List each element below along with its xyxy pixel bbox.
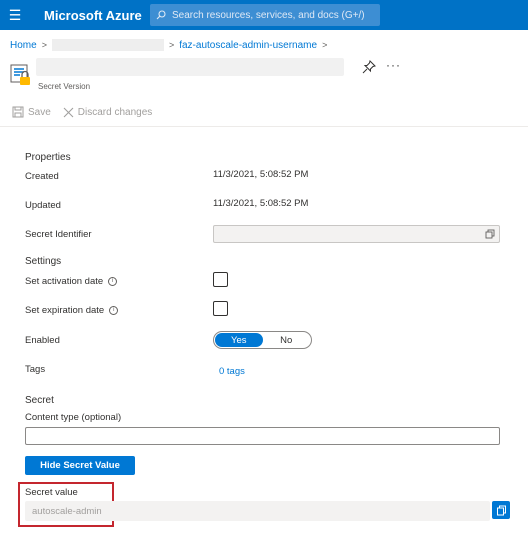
top-bar: ☰ Microsoft Azure Search resources, serv…	[0, 0, 528, 30]
properties-heading: Properties	[25, 152, 71, 163]
more-options-icon[interactable]: ···	[386, 58, 401, 72]
breadcrumb-redacted-vault[interactable]	[51, 39, 164, 51]
chevron-right-icon: >	[322, 40, 328, 50]
created-label: Created	[25, 171, 59, 182]
secret-identifier-field[interactable]	[213, 225, 500, 243]
secret-heading: Secret	[25, 395, 54, 406]
copy-icon[interactable]	[485, 229, 495, 239]
secret-version-icon	[10, 64, 32, 86]
brand-title[interactable]: Microsoft Azure	[44, 8, 144, 23]
info-icon[interactable]: i	[108, 276, 118, 286]
hamburger-menu-icon[interactable]: ☰	[0, 0, 30, 30]
global-search-box[interactable]: Search resources, services, and docs (G+…	[150, 4, 380, 26]
secret-identifier-label: Secret Identifier	[25, 229, 92, 240]
secret-value-label: Secret value	[25, 487, 78, 498]
activation-date-label: Set activation date i	[25, 276, 118, 287]
chevron-right-icon: >	[168, 40, 175, 50]
tags-label: Tags	[25, 364, 46, 375]
breadcrumb-secret[interactable]: faz-autoscale-admin-username	[179, 40, 317, 51]
chevron-right-icon: >	[41, 40, 47, 50]
secret-value-field[interactable]: autoscale-admin	[25, 501, 490, 521]
command-bar: Save Discard changes	[12, 106, 164, 118]
enabled-label: Enabled	[25, 335, 60, 346]
enabled-toggle[interactable]: Yes No	[213, 331, 312, 349]
updated-label: Updated	[25, 200, 61, 211]
save-button[interactable]: Save	[12, 106, 51, 118]
breadcrumb: Home > > faz-autoscale-admin-username >	[10, 38, 332, 52]
page-subtitle: Secret Version	[38, 82, 91, 91]
toolbar-divider	[0, 126, 528, 127]
breadcrumb-home[interactable]: Home	[10, 40, 37, 51]
save-icon	[12, 106, 24, 118]
copy-icon	[496, 505, 506, 515]
search-icon	[156, 10, 166, 20]
updated-value: 11/3/2021, 5:08:52 PM	[213, 198, 309, 209]
info-icon[interactable]: i	[109, 305, 119, 315]
close-icon	[63, 107, 74, 117]
save-label: Save	[28, 106, 51, 118]
expiration-date-label: Set expiration date i	[25, 305, 119, 316]
page-title-redacted	[36, 58, 344, 76]
enabled-yes-option[interactable]: Yes	[215, 333, 263, 347]
activation-date-checkbox[interactable]	[213, 272, 228, 287]
hide-secret-value-button[interactable]: Hide Secret Value	[25, 456, 135, 475]
search-placeholder: Search resources, services, and docs (G+…	[172, 9, 365, 21]
expiration-date-text: Set expiration date	[25, 305, 105, 316]
tags-link[interactable]: 0 tags	[219, 366, 245, 377]
content-type-label: Content type (optional)	[25, 412, 122, 423]
discard-changes-button[interactable]: Discard changes	[63, 107, 152, 118]
content-type-input[interactable]	[25, 427, 500, 445]
settings-heading: Settings	[25, 256, 62, 267]
discard-label: Discard changes	[77, 106, 153, 118]
activation-date-text: Set activation date	[25, 276, 104, 287]
secret-value-text: autoscale-admin	[32, 505, 102, 517]
enabled-no-option[interactable]: No	[263, 333, 311, 347]
expiration-date-checkbox[interactable]	[213, 301, 228, 316]
created-value: 11/3/2021, 5:08:52 PM	[213, 169, 309, 180]
copy-to-clipboard-button[interactable]	[492, 501, 510, 519]
pin-icon[interactable]	[362, 60, 376, 74]
